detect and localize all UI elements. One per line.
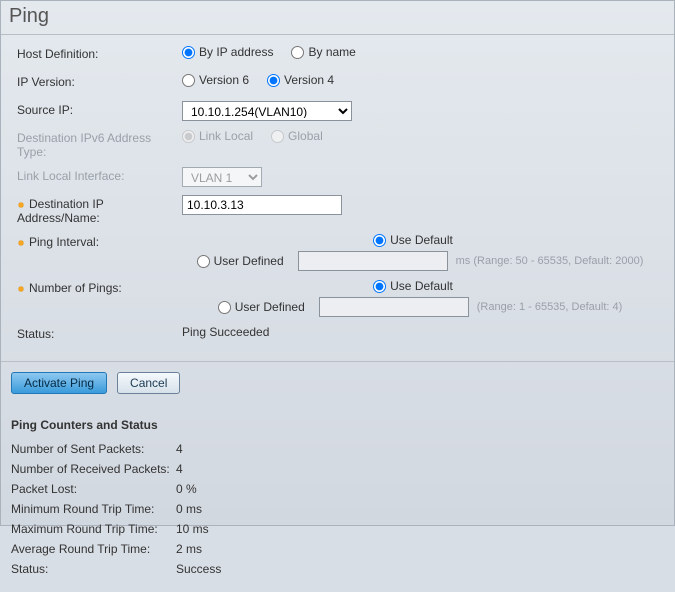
ipver-v6-radio[interactable] bbox=[182, 74, 195, 87]
numpings-default-text: Use Default bbox=[390, 279, 453, 293]
dest-ip-input[interactable] bbox=[182, 195, 342, 215]
min-rtt-label: Minimum Round Trip Time: bbox=[11, 502, 176, 516]
ipver-v6-text: Version 6 bbox=[199, 73, 249, 87]
dest-ipv6-type-label: Destination IPv6 Address Type: bbox=[17, 129, 182, 159]
dest-type-global: Global bbox=[271, 129, 323, 143]
sent-value: 4 bbox=[176, 442, 183, 456]
counter-status-value: Success bbox=[176, 562, 221, 576]
ping-counters: Ping Counters and Status Number of Sent … bbox=[1, 408, 674, 592]
numpings-default[interactable]: Use Default bbox=[373, 279, 453, 293]
counter-status-label: Status: bbox=[11, 562, 176, 576]
max-rtt-label: Maximum Round Trip Time: bbox=[11, 522, 176, 536]
page-title: Ping bbox=[1, 1, 674, 35]
dest-type-linklocal-text: Link Local bbox=[199, 129, 253, 143]
recv-label: Number of Received Packets: bbox=[11, 462, 176, 476]
sent-label: Number of Sent Packets: bbox=[11, 442, 176, 456]
dest-ip-label: Destination IP Address/Name: bbox=[17, 195, 182, 225]
max-rtt-value: 10 ms bbox=[176, 522, 209, 536]
link-local-label: Link Local Interface: bbox=[17, 167, 182, 183]
host-def-byname[interactable]: By name bbox=[291, 45, 355, 59]
counters-heading: Ping Counters and Status bbox=[11, 418, 664, 432]
host-def-byname-radio[interactable] bbox=[291, 46, 304, 59]
numpings-user[interactable]: User Defined bbox=[218, 300, 305, 314]
dest-type-global-radio bbox=[271, 130, 284, 143]
numpings-user-text: User Defined bbox=[235, 300, 305, 314]
avg-rtt-value: 2 ms bbox=[176, 542, 202, 556]
interval-user-text: User Defined bbox=[214, 254, 284, 268]
interval-default-radio[interactable] bbox=[373, 234, 386, 247]
host-def-byip[interactable]: By IP address bbox=[182, 45, 273, 59]
host-def-byname-text: By name bbox=[308, 45, 355, 59]
ping-form: Host Definition: By IP address By name I… bbox=[1, 35, 674, 362]
numpings-user-radio[interactable] bbox=[218, 301, 231, 314]
activate-ping-button[interactable]: Activate Ping bbox=[11, 372, 107, 394]
dest-type-linklocal-radio bbox=[182, 130, 195, 143]
dest-type-global-text: Global bbox=[288, 129, 323, 143]
interval-default[interactable]: Use Default bbox=[373, 233, 453, 247]
source-ip-select[interactable]: 10.10.1.254(VLAN10) bbox=[182, 101, 352, 121]
recv-value: 4 bbox=[176, 462, 183, 476]
status-label: Status: bbox=[17, 325, 182, 341]
status-value: Ping Succeeded bbox=[182, 325, 658, 339]
lost-value: 0 % bbox=[176, 482, 197, 496]
numpings-hint: (Range: 1 - 65535, Default: 4) bbox=[477, 301, 623, 313]
source-ip-label: Source IP: bbox=[17, 101, 182, 117]
dest-type-linklocal: Link Local bbox=[182, 129, 253, 143]
num-pings-label: Number of Pings: bbox=[17, 279, 182, 295]
avg-rtt-label: Average Round Trip Time: bbox=[11, 542, 176, 556]
interval-default-text: Use Default bbox=[390, 233, 453, 247]
interval-user-input bbox=[298, 251, 448, 271]
button-bar: Activate Ping Cancel bbox=[1, 362, 674, 408]
ipver-v4[interactable]: Version 4 bbox=[267, 73, 334, 87]
numpings-default-radio[interactable] bbox=[373, 280, 386, 293]
interval-hint: ms (Range: 50 - 65535, Default: 2000) bbox=[456, 255, 644, 267]
host-def-byip-text: By IP address bbox=[199, 45, 273, 59]
min-rtt-value: 0 ms bbox=[176, 502, 202, 516]
interval-user-radio[interactable] bbox=[197, 255, 210, 268]
numpings-user-input bbox=[319, 297, 469, 317]
ipver-v6[interactable]: Version 6 bbox=[182, 73, 249, 87]
interval-user[interactable]: User Defined bbox=[197, 254, 284, 268]
ip-version-label: IP Version: bbox=[17, 73, 182, 89]
host-definition-label: Host Definition: bbox=[17, 45, 182, 61]
link-local-select: VLAN 1 bbox=[182, 167, 262, 187]
ping-interval-label: Ping Interval: bbox=[17, 233, 182, 249]
ipver-v4-text: Version 4 bbox=[284, 73, 334, 87]
ipver-v4-radio[interactable] bbox=[267, 74, 280, 87]
lost-label: Packet Lost: bbox=[11, 482, 176, 496]
host-def-byip-radio[interactable] bbox=[182, 46, 195, 59]
cancel-button[interactable]: Cancel bbox=[117, 372, 180, 394]
